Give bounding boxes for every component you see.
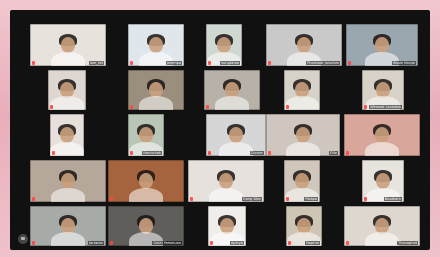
face-shape: [139, 126, 153, 143]
participant-tile[interactable]: Naphat: [286, 206, 322, 246]
face-shape: [139, 172, 153, 189]
participant-tile[interactable]: Narinchak: [128, 114, 164, 156]
participant-name: Narinchak: [142, 151, 162, 155]
body-shape: [51, 188, 85, 202]
face-shape: [376, 172, 390, 189]
body-shape: [51, 232, 85, 246]
participant-name: Cluster: [249, 151, 264, 155]
video-meeting-screen: lam_tet jammpa kungtatae Phornwat Jalurl…: [10, 10, 430, 250]
mic-muted-icon: [32, 197, 35, 201]
mic-muted-icon: [364, 197, 367, 201]
participant-name: Naphat: [305, 241, 320, 245]
face-shape: [229, 126, 243, 143]
participant-tile[interactable]: Wasin Kanjai: [346, 24, 418, 66]
participant-tile[interactable]: Gong Wan: [188, 160, 264, 202]
participant-tile[interactable]: Gotai Yammuan: [108, 206, 184, 246]
participant-name: Wasin Kanjai: [391, 61, 416, 65]
body-shape: [215, 96, 249, 110]
face-shape: [296, 126, 310, 143]
participant-tile[interactable]: Busakorn: [362, 160, 404, 202]
participant-name: Busakorn: [383, 197, 402, 201]
participant-name: Phornwat Jalurlom: [306, 61, 340, 65]
mic-muted-icon: [208, 61, 211, 65]
participant-tile[interactable]: Jarawan: [30, 206, 106, 246]
mic-muted-icon: [210, 241, 213, 245]
mic-muted-icon: [50, 105, 53, 109]
mic-muted-icon: [32, 241, 35, 245]
participant-tile[interactable]: [284, 70, 320, 110]
face-shape: [60, 126, 74, 143]
participant-tile[interactable]: Wirawat Lonkaew: [362, 70, 404, 110]
mic-muted-icon: [130, 151, 133, 155]
mic-muted-icon: [268, 61, 271, 65]
mic-muted-icon: [346, 241, 349, 245]
mic-muted-icon: [348, 61, 351, 65]
mic-muted-icon: [288, 241, 291, 245]
face-shape: [297, 36, 311, 53]
participant-tile[interactable]: kungtatae: [206, 24, 242, 66]
participant-name: kungtatae: [220, 61, 240, 65]
mic-muted-icon: [268, 151, 271, 155]
face-shape: [61, 172, 75, 189]
mic-muted-icon: [110, 241, 113, 245]
face-shape: [217, 36, 231, 53]
mic-muted-icon: [130, 61, 133, 65]
participant-tile[interactable]: [48, 70, 86, 110]
participant-name: Wirawat Lonkaew: [369, 105, 402, 109]
body-shape: [50, 142, 84, 156]
face-shape: [375, 36, 389, 53]
mic-muted-icon: [286, 197, 289, 201]
participant-tile[interactable]: jammpa: [128, 24, 184, 66]
participant-tile[interactable]: [30, 160, 106, 202]
mic-muted-icon: [286, 105, 289, 109]
mic-muted-icon: [52, 151, 55, 155]
participant-tile[interactable]: Cluster: [206, 114, 266, 156]
participant-tile[interactable]: Apinya: [208, 206, 246, 246]
participant-tile[interactable]: [344, 114, 420, 156]
participant-name: Jarawan: [88, 241, 104, 245]
body-shape: [365, 142, 399, 156]
participant-name: Gong Wan: [241, 197, 262, 201]
mic-muted-icon: [346, 151, 349, 155]
mic-muted-icon: [364, 105, 367, 109]
face-shape: [295, 172, 309, 189]
body-shape: [139, 96, 173, 110]
participant-name: Apinya: [229, 241, 244, 245]
participant-tile[interactable]: [204, 70, 260, 110]
body-shape: [129, 188, 163, 202]
participant-name: lam_tet: [88, 61, 104, 65]
mic-muted-icon: [130, 105, 133, 109]
chat-bubble-icon[interactable]: [18, 234, 28, 244]
participant-name: jammpa: [165, 61, 182, 65]
participants-grid: lam_tet jammpa kungtatae Phornwat Jalurl…: [10, 10, 430, 250]
participant-tile[interactable]: Thanaphat: [344, 206, 420, 246]
mic-muted-icon: [208, 151, 211, 155]
participant-tile[interactable]: [50, 114, 84, 156]
face-shape: [149, 36, 163, 53]
mic-muted-icon: [190, 197, 193, 201]
participant-name: Palapa: [304, 197, 318, 201]
body-shape: [365, 232, 399, 246]
participant-tile[interactable]: [128, 70, 184, 110]
mic-muted-icon: [206, 105, 209, 109]
body-shape: [285, 96, 319, 110]
face-shape: [219, 172, 233, 189]
mic-muted-icon: [110, 197, 113, 201]
participant-tile[interactable]: Palapa: [284, 160, 320, 202]
participant-name: Gotai Yammuan: [152, 241, 182, 245]
face-shape: [375, 126, 389, 143]
mic-muted-icon: [32, 61, 35, 65]
participant-name: Thanaphat: [397, 241, 418, 245]
body-shape: [51, 52, 85, 66]
body-shape: [286, 142, 320, 156]
face-shape: [61, 36, 75, 53]
body-shape: [50, 96, 84, 110]
participant-name: Ellie: [328, 151, 338, 155]
participant-tile[interactable]: lam_tet: [30, 24, 106, 66]
body-shape: [209, 188, 243, 202]
participant-tile[interactable]: [108, 160, 184, 202]
participant-tile[interactable]: Phornwat Jalurlom: [266, 24, 342, 66]
body-shape: [219, 142, 253, 156]
participant-tile[interactable]: Ellie: [266, 114, 340, 156]
